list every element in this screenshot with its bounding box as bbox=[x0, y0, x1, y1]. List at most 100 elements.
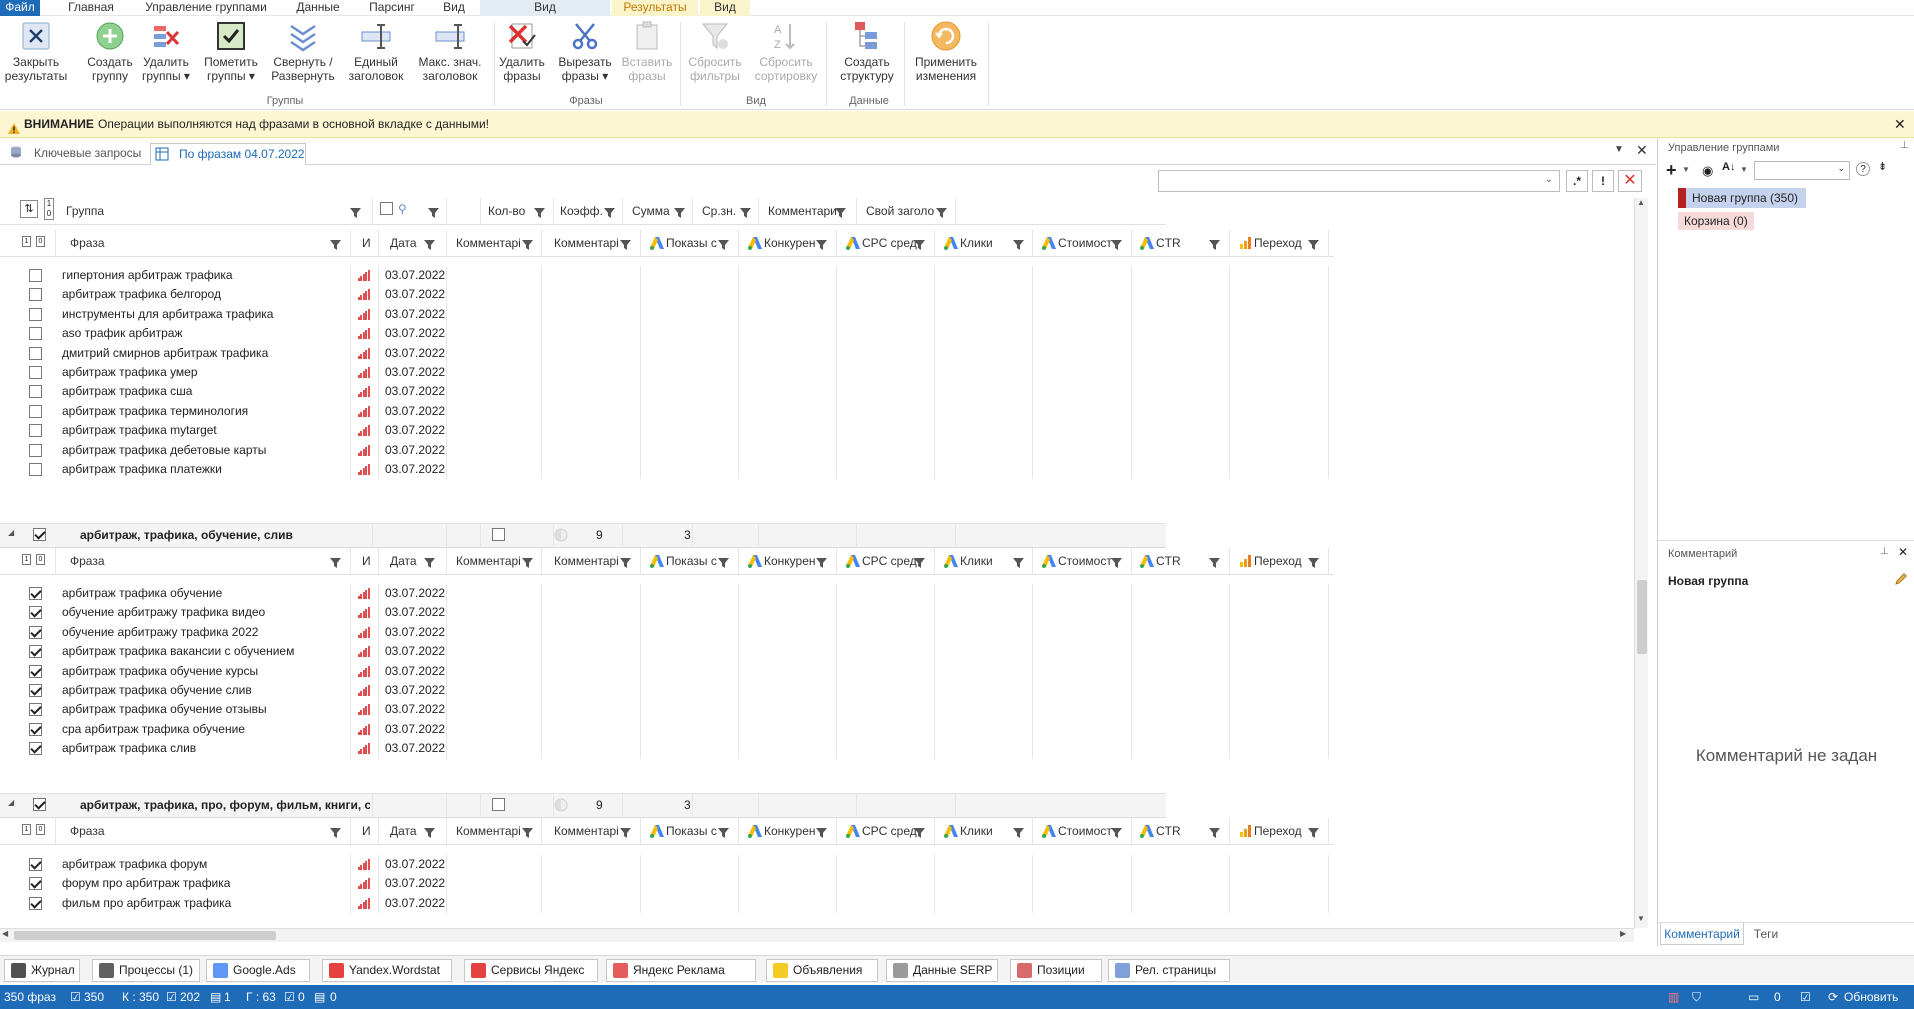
row-checkbox[interactable] bbox=[29, 587, 42, 600]
filter-icon[interactable] bbox=[604, 207, 615, 218]
reset-sort-button[interactable]: AZ Сбросить сортировку bbox=[752, 20, 820, 83]
group-checkbox[interactable] bbox=[33, 798, 46, 811]
filter-icon[interactable] bbox=[620, 239, 631, 250]
menu-file[interactable]: Файл bbox=[0, 0, 40, 16]
row-checkbox[interactable] bbox=[29, 463, 42, 476]
delete-groups-button[interactable]: Удалить группы ▾ bbox=[138, 20, 194, 83]
menu-view[interactable]: Вид bbox=[432, 0, 476, 16]
row-checkbox[interactable] bbox=[29, 606, 42, 620]
filter-icon[interactable] bbox=[740, 207, 751, 218]
bottom-tab-3[interactable]: Yandex.Wordstat bbox=[322, 959, 452, 982]
menu-home[interactable]: Главная bbox=[60, 0, 122, 16]
filter-icon[interactable] bbox=[1013, 557, 1024, 568]
pin-icon[interactable]: ⊥ bbox=[1880, 546, 1889, 557]
vertical-scroll-thumb[interactable] bbox=[1637, 580, 1647, 654]
row-checkbox[interactable] bbox=[29, 858, 42, 871]
filter-icon[interactable] bbox=[522, 239, 533, 250]
row-checkbox[interactable] bbox=[29, 896, 42, 910]
search-input[interactable]: ⌄ bbox=[1158, 170, 1560, 192]
row-checkbox[interactable] bbox=[29, 404, 42, 418]
filter-icon[interactable] bbox=[1209, 239, 1220, 250]
filter-icon[interactable] bbox=[424, 557, 435, 568]
collapse-expand-button[interactable]: Свернуть / Развернуть bbox=[268, 20, 338, 83]
tab-comment[interactable]: Комментарий bbox=[1660, 923, 1744, 945]
row-checkbox[interactable] bbox=[29, 443, 42, 457]
filter-icon[interactable] bbox=[936, 207, 947, 218]
level-0-icon[interactable]: 0 bbox=[36, 554, 45, 565]
filter-icon[interactable] bbox=[914, 239, 925, 250]
level-1-icon[interactable]: 1 bbox=[22, 824, 31, 835]
filter-icon[interactable] bbox=[1308, 557, 1319, 568]
refresh-button[interactable]: Обновить bbox=[1844, 985, 1898, 1009]
row-checkbox[interactable] bbox=[29, 703, 42, 717]
help-icon[interactable]: ? bbox=[1856, 162, 1870, 176]
filter-icon[interactable] bbox=[620, 557, 631, 568]
horizontal-scrollbar[interactable]: ◀ ▶ bbox=[0, 928, 1634, 942]
row-checkbox[interactable] bbox=[29, 327, 42, 341]
filter-icon[interactable] bbox=[330, 239, 341, 250]
create-structure-button[interactable]: Создать структуру bbox=[834, 20, 900, 83]
filter-icon[interactable] bbox=[835, 207, 846, 218]
horizontal-scroll-thumb[interactable] bbox=[14, 931, 276, 940]
filter-icon[interactable] bbox=[816, 827, 827, 838]
eye-icon[interactable]: ◉ bbox=[1702, 163, 1713, 179]
filter-icon[interactable] bbox=[1013, 239, 1024, 250]
paste-phrases-button[interactable]: Вставить фразы bbox=[618, 20, 676, 83]
level-0-icon[interactable]: 0 bbox=[36, 824, 45, 835]
filter-icon[interactable] bbox=[1111, 557, 1122, 568]
filter-icon[interactable] bbox=[816, 239, 827, 250]
tab-keywords[interactable]: Ключевые запросы bbox=[34, 143, 144, 165]
phrase-cell[interactable]: фильм про арбитраж трафика bbox=[62, 892, 348, 915]
bottom-tab-6[interactable]: Объявления bbox=[766, 959, 878, 982]
filter-icon[interactable] bbox=[914, 827, 925, 838]
tab-menu-icon[interactable]: ▼ bbox=[1614, 144, 1624, 155]
status-check-icon[interactable]: ☑ bbox=[1800, 985, 1811, 1009]
group-mark-checkbox[interactable] bbox=[492, 528, 505, 541]
group-mark-checkbox[interactable] bbox=[492, 798, 505, 811]
row-checkbox[interactable] bbox=[29, 307, 42, 321]
phrase-cell[interactable]: арбитраж трафика платежки bbox=[62, 458, 348, 481]
row-checkbox[interactable] bbox=[29, 684, 42, 697]
filter-icon[interactable] bbox=[718, 557, 729, 568]
menu-results[interactable]: Результаты bbox=[612, 0, 698, 16]
row-checkbox[interactable] bbox=[29, 288, 42, 302]
bottom-tab-4[interactable]: Сервисы Яндекс bbox=[464, 959, 598, 982]
bottom-tab-0[interactable]: Журнал bbox=[4, 959, 80, 982]
bottom-tab-9[interactable]: Рел. страницы bbox=[1108, 959, 1230, 982]
group-filter-select[interactable]: ⌄ bbox=[1754, 161, 1850, 180]
bottom-tab-2[interactable]: Google.Ads bbox=[206, 959, 310, 982]
filter-icon[interactable] bbox=[674, 207, 685, 218]
row-checkbox[interactable] bbox=[29, 269, 42, 282]
cut-phrases-button[interactable]: Вырезать фразы ▾ bbox=[556, 20, 614, 83]
clear-search-button[interactable]: ✕ bbox=[1618, 170, 1642, 192]
tab-tags[interactable]: Теги bbox=[1746, 923, 1786, 945]
chevron-down-icon[interactable]: ▼ bbox=[1682, 165, 1690, 174]
group-item-trash[interactable]: Корзина (0) bbox=[1678, 212, 1754, 230]
filter-icon[interactable] bbox=[1013, 827, 1024, 838]
filter-icon[interactable] bbox=[330, 827, 341, 838]
filter-icon[interactable] bbox=[522, 557, 533, 568]
bottom-tab-8[interactable]: Позиции bbox=[1010, 959, 1102, 982]
close-tab-icon[interactable]: ✕ bbox=[1636, 142, 1648, 159]
exclamation-button[interactable]: ! bbox=[1592, 170, 1614, 192]
mark-groups-button[interactable]: Пометить группы ▾ bbox=[200, 20, 262, 83]
row-checkbox[interactable] bbox=[29, 664, 42, 678]
filter-icon[interactable] bbox=[1111, 827, 1122, 838]
filter-icon[interactable] bbox=[718, 239, 729, 250]
filter-icon[interactable] bbox=[1209, 557, 1220, 568]
filter-icon[interactable] bbox=[620, 827, 631, 838]
filter-icon[interactable] bbox=[718, 827, 729, 838]
filter-icon[interactable] bbox=[424, 827, 435, 838]
row-checkbox[interactable] bbox=[29, 742, 42, 756]
phrase-cell[interactable]: арбитраж трафика слив bbox=[62, 737, 348, 760]
filter-icon[interactable] bbox=[424, 239, 435, 250]
row-checkbox[interactable] bbox=[29, 877, 42, 891]
row-checkbox[interactable] bbox=[29, 346, 42, 360]
menu-view-results[interactable]: Вид bbox=[700, 0, 750, 16]
filter-icon[interactable] bbox=[816, 557, 827, 568]
filter-icon[interactable] bbox=[428, 207, 439, 218]
level-1-icon[interactable]: 1 bbox=[22, 236, 31, 247]
reset-filters-button[interactable]: Сбросить фильтры bbox=[684, 20, 746, 83]
tab-by-phrases[interactable]: По фразам 04.07.2022 bbox=[150, 143, 306, 165]
menu-group-management[interactable]: Управление группами bbox=[136, 0, 276, 16]
